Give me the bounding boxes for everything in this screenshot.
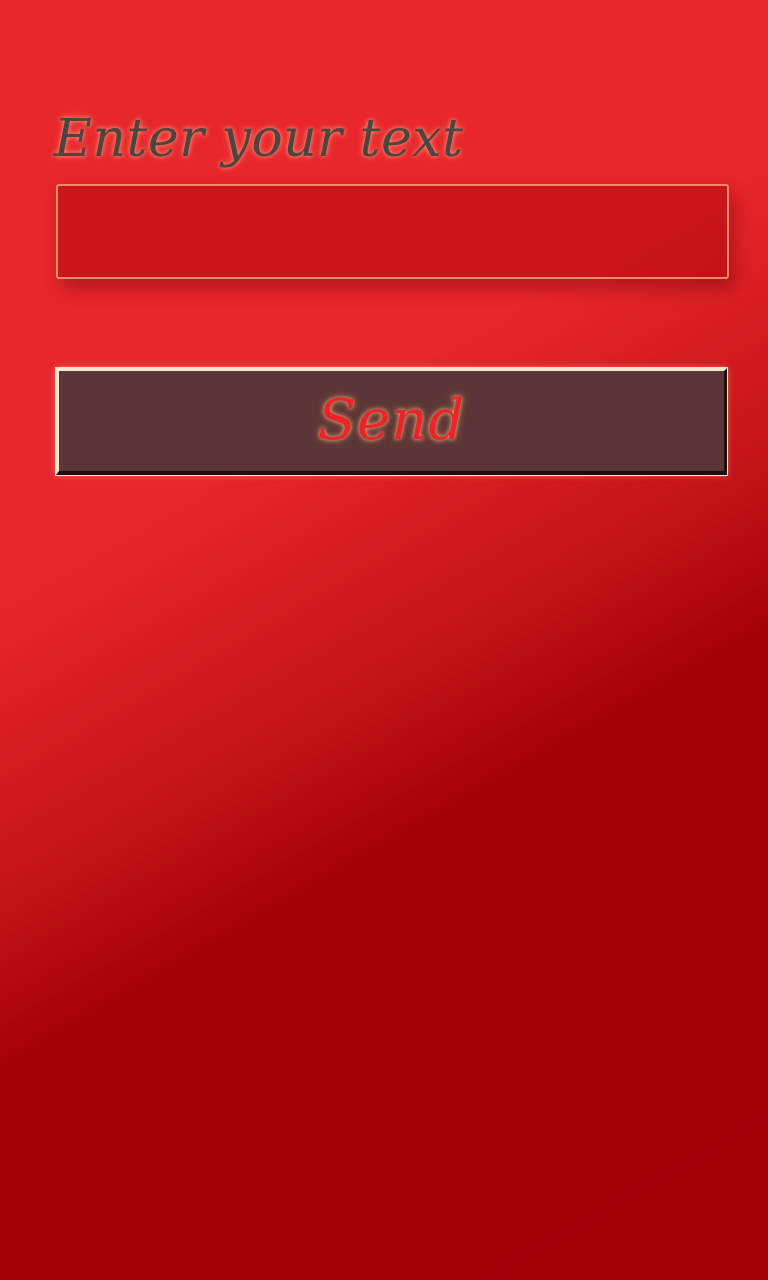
send-button-label: Send xyxy=(317,388,466,453)
prompt-label: Enter your text xyxy=(54,109,464,169)
text-input[interactable] xyxy=(56,184,729,279)
send-button[interactable]: Send xyxy=(55,367,728,476)
screen: Enter your text Send xyxy=(0,0,768,1280)
